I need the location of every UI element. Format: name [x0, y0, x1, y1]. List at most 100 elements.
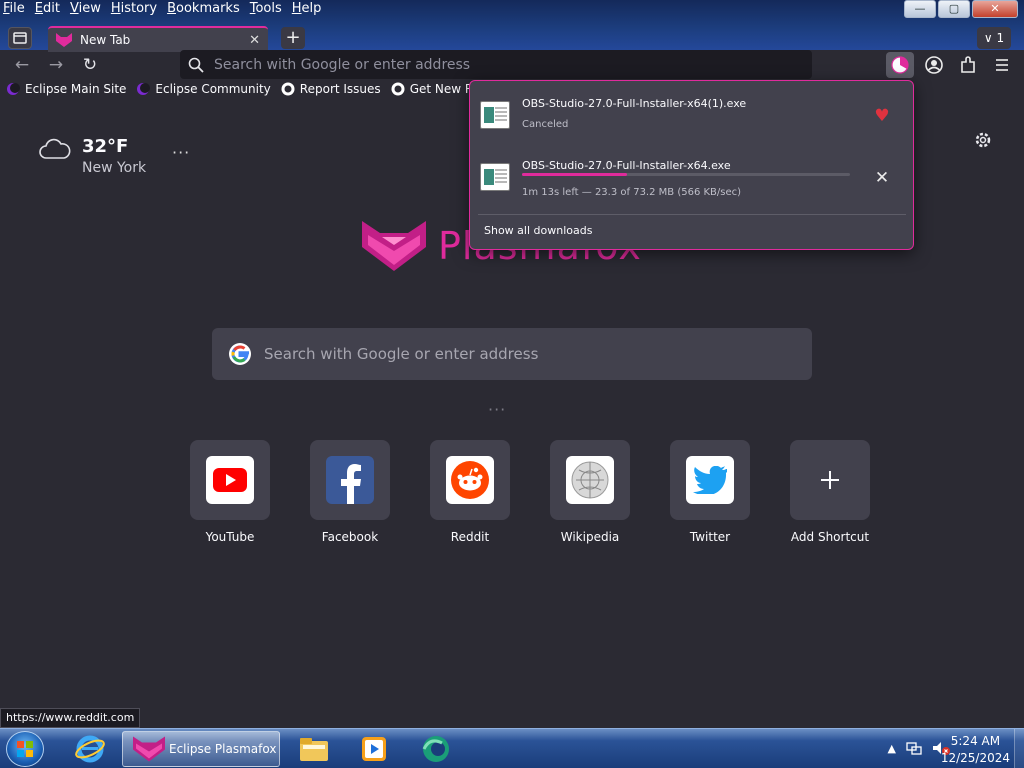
close-tab-button[interactable]: ✕ [249, 33, 260, 48]
reload-button[interactable]: ↻ [79, 54, 101, 76]
menu-bookmarks[interactable]: Bookmarks [164, 0, 243, 20]
start-button[interactable] [6, 731, 44, 767]
menu-history[interactable]: History [108, 0, 160, 20]
shortcut-wikipedia[interactable]: Wikipedia [530, 440, 650, 544]
shortcut-label: Facebook [321, 530, 379, 544]
maximize-button[interactable]: ▢ [938, 0, 970, 18]
hamburger-menu-icon [996, 59, 1008, 71]
taskbar-edge[interactable] [408, 731, 464, 767]
new-tab-button[interactable]: + [281, 27, 305, 49]
weather-widget[interactable]: 32°F New York [38, 136, 146, 176]
shortcut-tile[interactable] [790, 440, 870, 520]
show-desktop-button[interactable] [1014, 729, 1024, 768]
download-status: Canceled [522, 119, 569, 130]
network-icon[interactable] [906, 741, 922, 755]
bookmark-eclipse-main-site[interactable]: Eclipse Main Site [6, 82, 126, 96]
link-status-tooltip: https://www.reddit.com [0, 708, 141, 728]
clock-time: 5:24 AM [950, 734, 1001, 748]
top-sites: YouTube Facebook Reddit Wikipedia Twitte… [170, 440, 890, 544]
cancel-download-button[interactable]: ✕ [873, 169, 891, 187]
bookmark-report-issues[interactable]: Report Issues [281, 82, 381, 96]
url-bar[interactable] [180, 50, 812, 79]
weather-location: New York [82, 160, 147, 176]
show-all-downloads-button[interactable]: Show all downloads [484, 224, 592, 237]
shortcut-reddit[interactable]: Reddit [410, 440, 530, 544]
menu-view[interactable]: View [67, 0, 104, 20]
download-progress-fill [522, 173, 627, 176]
shortcut-tile[interactable] [550, 440, 630, 520]
exe-file-icon [480, 101, 510, 129]
customize-new-tab-button[interactable] [972, 129, 994, 151]
divider [478, 214, 906, 215]
shortcut-label: Wikipedia [560, 530, 620, 544]
account-icon [925, 56, 943, 74]
wikipedia-icon [566, 456, 614, 504]
menu-help[interactable]: Help [289, 0, 325, 20]
taskbar-eclipse-plasmafox[interactable]: Eclipse Plasmafox [122, 731, 280, 767]
eclipse-icon [137, 83, 151, 95]
search-icon [188, 57, 204, 73]
add-shortcut-button[interactable]: Add Shortcut [770, 440, 890, 544]
exe-file-icon [480, 163, 510, 191]
main-search-box[interactable] [212, 328, 812, 380]
plasmafox-logo-icon [362, 221, 426, 271]
show-hidden-icons-button[interactable]: ▲ [888, 742, 896, 755]
shortcut-facebook[interactable]: Facebook [290, 440, 410, 544]
plus-icon [821, 471, 839, 489]
window-controls: — ▢ ✕ [904, 0, 1018, 18]
gear-icon [975, 132, 991, 148]
facebook-icon [326, 456, 374, 504]
weather-options-button[interactable]: ··· [172, 143, 190, 162]
taskbar-internet-explorer[interactable] [62, 731, 118, 767]
menu-tools[interactable]: Tools [247, 0, 285, 20]
minimize-button[interactable]: — [904, 0, 936, 18]
shortcut-label: Twitter [689, 530, 731, 544]
media-player-icon [362, 737, 386, 761]
tab-new-tab[interactable]: New Tab ✕ [48, 26, 268, 52]
downloads-button[interactable] [886, 52, 914, 78]
shortcut-tile[interactable] [670, 440, 750, 520]
cloud-icon [39, 138, 71, 159]
back-button[interactable]: ← [11, 54, 33, 76]
download-status: 1m 13s left — 23.3 of 73.2 MB (566 KB/se… [522, 187, 742, 198]
taskbar-file-explorer[interactable] [286, 731, 342, 767]
twitter-icon [686, 456, 734, 504]
tab-list-button[interactable] [8, 27, 32, 49]
folder-icon [300, 738, 328, 761]
address-input[interactable] [214, 56, 774, 73]
github-icon [391, 82, 405, 96]
forward-button[interactable]: → [45, 54, 67, 76]
download-item-canceled[interactable]: OBS-Studio-27.0-Full-Installer-x64(1).ex… [480, 91, 905, 141]
main-search-input[interactable] [264, 345, 784, 363]
windows-taskbar: Eclipse Plasmafox ▲ 5:24 AM 12/25/2024 [0, 728, 1024, 768]
menu-edit[interactable]: Edit [32, 0, 63, 20]
shortcut-youtube[interactable]: YouTube [170, 440, 290, 544]
edge-icon [422, 736, 449, 762]
list-all-tabs-button[interactable]: ∨ 1 [977, 27, 1011, 49]
shortcut-twitter[interactable]: Twitter [650, 440, 770, 544]
shortcut-tile[interactable] [310, 440, 390, 520]
shortcuts-options-button[interactable]: ··· [488, 400, 506, 419]
menu-file[interactable]: File [0, 0, 28, 20]
google-icon [229, 343, 251, 365]
eclipse-icon [7, 83, 20, 95]
bookmark-label: Eclipse Community [155, 82, 271, 96]
shortcut-tile[interactable] [190, 440, 270, 520]
shortcut-tile[interactable] [430, 440, 510, 520]
system-clock[interactable]: 5:24 AM 12/25/2024 [941, 733, 1010, 767]
puzzle-icon [961, 56, 975, 73]
download-filename: OBS-Studio-27.0-Full-Installer-x64(1).ex… [522, 97, 747, 110]
bookmark-label: Eclipse Main Site [25, 82, 127, 96]
download-item-in-progress[interactable]: OBS-Studio-27.0-Full-Installer-x64.exe 1… [480, 153, 905, 203]
download-filename: OBS-Studio-27.0-Full-Installer-x64.exe [522, 159, 731, 172]
app-menu-button[interactable] [990, 53, 1014, 77]
bookmark-eclipse-community[interactable]: Eclipse Community [136, 82, 271, 96]
taskbar-app-label: Eclipse Plasmafox [169, 742, 277, 756]
retry-download-button[interactable]: ♥ [873, 107, 891, 125]
close-window-button[interactable]: ✕ [972, 0, 1018, 18]
downloads-panel: OBS-Studio-27.0-Full-Installer-x64(1).ex… [469, 80, 914, 250]
taskbar-media-player[interactable] [346, 731, 402, 767]
extensions-button[interactable] [956, 53, 980, 77]
account-button[interactable] [922, 53, 946, 77]
tab-overview-icon [13, 32, 27, 44]
